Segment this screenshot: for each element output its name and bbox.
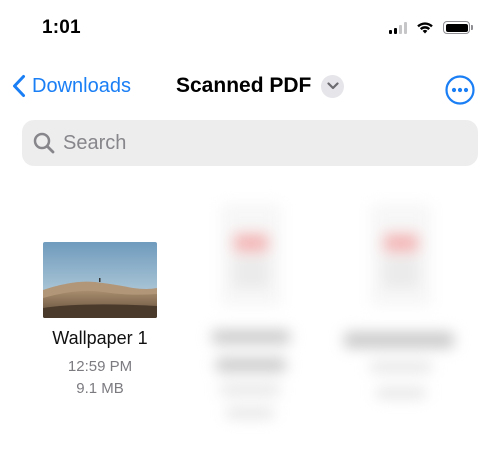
wallpaper-thumbnail-image [43, 242, 157, 318]
blurred-file-size [226, 408, 274, 418]
blurred-document-thumbnail [372, 205, 430, 305]
file-date: 12:59 PM [67, 358, 133, 375]
files-app-screen: 1:01 Downloads Scanned PDF Search Wallpa… [0, 0, 500, 457]
blurred-file-date [220, 385, 280, 395]
blurred-file-name-line-2 [216, 358, 286, 372]
cellular-signal-icon [389, 21, 407, 34]
file-name: Wallpaper 1 [52, 328, 148, 348]
folder-title-menu[interactable]: Scanned PDF [176, 74, 345, 98]
battery-icon [443, 21, 473, 34]
blurred-document-thumbnail [222, 205, 280, 305]
status-icons [389, 21, 473, 34]
file-thumbnail[interactable] [43, 242, 157, 318]
wifi-icon [417, 22, 433, 34]
blurred-file-name [212, 330, 290, 344]
chevron-down-icon [321, 74, 345, 98]
more-options-icon[interactable] [445, 75, 475, 105]
blurred-file-name [344, 332, 454, 348]
blurred-file-size [376, 388, 426, 398]
blurred-file-date [370, 362, 432, 372]
file-size: 9.1 MB [76, 380, 124, 397]
file-item[interactable]: Wallpaper 1 12:59 PM 9.1 MB [0, 0, 200, 400]
